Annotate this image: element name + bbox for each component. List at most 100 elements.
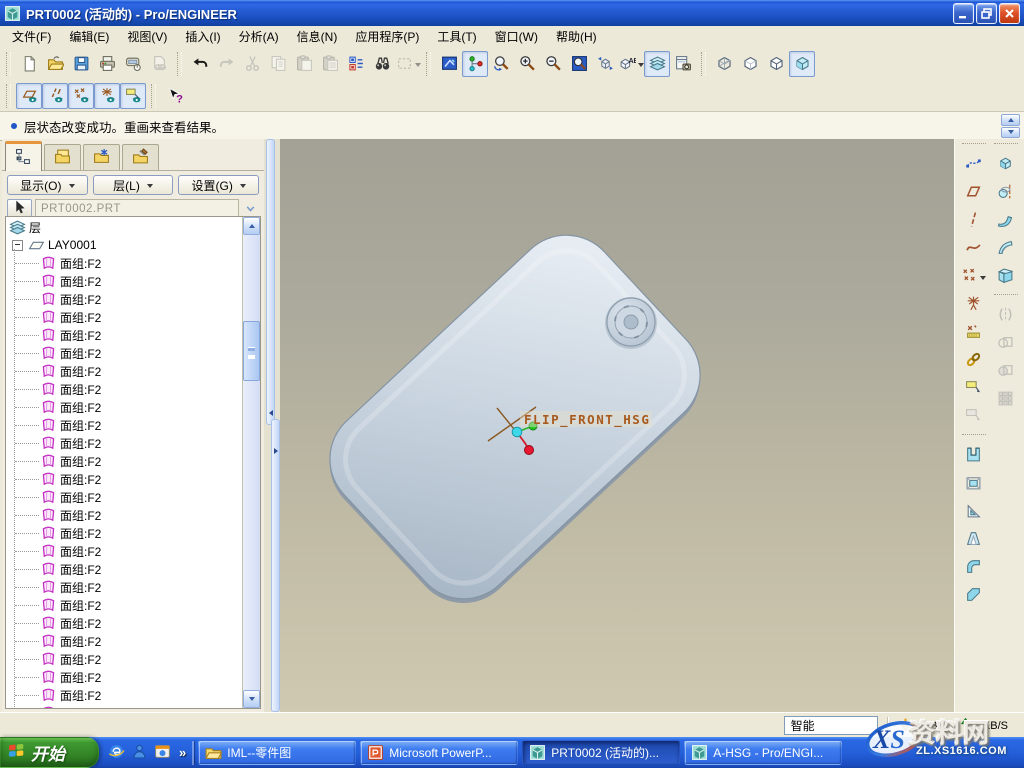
hidden-line-button[interactable] [737, 51, 763, 77]
layer-tree-item[interactable]: 面组:F2 [6, 380, 243, 398]
datum-plane-display-toggle[interactable] [16, 83, 42, 109]
find-button[interactable] [369, 51, 395, 77]
start-button[interactable]: 开始 [0, 737, 99, 768]
annotation-display-toggle[interactable] [120, 83, 146, 109]
undo-button[interactable] [187, 51, 213, 77]
menu-item[interactable]: 应用程序(P) [346, 25, 428, 48]
datum-plane-button[interactable] [960, 179, 988, 207]
tab-model-tree[interactable] [5, 141, 42, 171]
view-manager-button[interactable] [670, 51, 696, 77]
zoom-out-button[interactable] [540, 51, 566, 77]
splitter-collapse-handle[interactable] [266, 139, 275, 425]
menu-item[interactable]: 工具(T) [428, 25, 485, 48]
layer-tree-item[interactable]: 面组:F2 [6, 308, 243, 326]
datum-point-button[interactable] [960, 263, 988, 291]
datum-axis-button[interactable] [960, 207, 988, 235]
menu-item[interactable]: 帮助(H) [547, 25, 606, 48]
3d-canvas[interactable]: FLIP_FRONT_HSG [280, 139, 955, 712]
layer-tree-item[interactable]: 面组:F2 [6, 326, 243, 344]
menu-item[interactable]: 窗口(W) [486, 25, 547, 48]
graphics-viewport[interactable]: FLIP_FRONT_HSG [280, 139, 955, 712]
open-button[interactable] [42, 51, 68, 77]
csys-button[interactable] [960, 291, 988, 319]
layer-tree-item[interactable]: 面组:F2 [6, 362, 243, 380]
quicklaunch-media[interactable] [153, 744, 171, 762]
taskbar-item-folder[interactable]: IML--零件图 [198, 740, 356, 765]
tab-connections[interactable] [122, 144, 159, 170]
layer-tree-item[interactable]: 面组:F2 [6, 254, 243, 272]
scroll-up-button[interactable] [243, 217, 260, 235]
layer-tree-item[interactable]: 面组:F2 [6, 290, 243, 308]
restore-button[interactable] [976, 3, 997, 24]
layer-tree-item[interactable]: 面组:F2 [6, 650, 243, 668]
surface-button[interactable] [992, 263, 1020, 291]
layer-tree-item[interactable]: 面组:F2 [6, 452, 243, 470]
taskbar-item-powerpoint[interactable]: Microsoft PowerP... [360, 740, 518, 765]
zoom-in-button[interactable] [514, 51, 540, 77]
spin-center-button[interactable] [462, 51, 488, 77]
curve-button[interactable] [960, 235, 988, 263]
layer-tree-item[interactable]: 面组:F2 [6, 488, 243, 506]
quicklaunch-messenger[interactable] [130, 744, 148, 762]
layer-tree-item[interactable]: 面组:F2 [6, 272, 243, 290]
saved-views-button[interactable]: AB [618, 51, 644, 77]
scroll-thumb[interactable] [243, 321, 260, 381]
close-button[interactable] [999, 3, 1020, 24]
settings-menu-button[interactable]: 设置(G) [178, 175, 259, 195]
datum-point-display-toggle[interactable] [68, 83, 94, 109]
minimize-button[interactable] [953, 3, 974, 24]
menu-item[interactable]: 插入(I) [176, 25, 229, 48]
layer-group-row[interactable]: LAY0001 [6, 236, 243, 254]
layer-tree-item[interactable]: 面组:F2 [6, 560, 243, 578]
scroll-down-button[interactable] [243, 690, 260, 708]
layer-tree-item[interactable]: 面组:F2 [6, 704, 243, 708]
splitter-expand-handle[interactable] [271, 419, 280, 712]
message-scroll-down-button[interactable] [1001, 127, 1020, 139]
style-tool-button[interactable] [960, 151, 988, 179]
quicklaunch-ie[interactable] [107, 744, 125, 762]
layer-tree-item[interactable]: 面组:F2 [6, 614, 243, 632]
tree-scrollbar[interactable] [242, 217, 260, 708]
extrude-button[interactable] [992, 151, 1020, 179]
menu-item[interactable]: 分析(A) [230, 25, 288, 48]
datum-axis-display-toggle[interactable] [42, 83, 68, 109]
taskbar-item-ahsg[interactable]: A-HSG - Pro/ENGI... [684, 740, 842, 765]
repaint-button[interactable] [436, 51, 462, 77]
hole-button[interactable] [960, 442, 988, 470]
dropdown-arrow-icon[interactable] [415, 63, 421, 70]
combo-chevron-icon[interactable] [242, 200, 259, 217]
wireframe-button[interactable] [711, 51, 737, 77]
layer-tree-item[interactable]: 面组:F2 [6, 578, 243, 596]
boundary-blend-button[interactable] [992, 235, 1020, 263]
no-hidden-button[interactable] [763, 51, 789, 77]
tab-favorites[interactable] [83, 144, 120, 170]
menu-item[interactable]: 文件(F) [3, 25, 60, 48]
dropdown-arrow-icon[interactable] [638, 63, 644, 70]
quick-launch-overflow-chevron[interactable]: » [177, 745, 188, 760]
new-file-button[interactable] [16, 51, 42, 77]
layer-tree-root[interactable]: 层 [6, 218, 243, 236]
sweep-button[interactable] [992, 207, 1020, 235]
layer-tree-item[interactable]: 面组:F2 [6, 398, 243, 416]
regenerate-button[interactable] [343, 51, 369, 77]
layer-tree-item[interactable]: 面组:F2 [6, 686, 243, 704]
layer-tree-item[interactable]: 面组:F2 [6, 524, 243, 542]
draft-button[interactable] [960, 526, 988, 554]
rib-button[interactable] [960, 498, 988, 526]
layer-tree-item[interactable]: 面组:F2 [6, 542, 243, 560]
panel-splitter[interactable] [264, 139, 280, 712]
annotation-button[interactable] [960, 375, 988, 403]
print-setup-button[interactable] [120, 51, 146, 77]
layer-tree-item[interactable]: 面组:F2 [6, 596, 243, 614]
copy-geometry-button[interactable] [960, 347, 988, 375]
message-scrollbar[interactable] [1001, 114, 1020, 138]
refit-button[interactable] [566, 51, 592, 77]
layer-tree-item[interactable]: 面组:F2 [6, 434, 243, 452]
revolve-button[interactable] [992, 179, 1020, 207]
layer-menu-button[interactable]: 层(L) [93, 175, 174, 195]
shaded-button[interactable] [789, 51, 815, 77]
show-menu-button[interactable]: 显示(O) [7, 175, 88, 195]
menu-item[interactable]: 编辑(E) [60, 25, 118, 48]
taskbar-item-prt0002[interactable]: PRT0002 (活动的)... [522, 740, 680, 765]
layer-tree-item[interactable]: 面组:F2 [6, 470, 243, 488]
